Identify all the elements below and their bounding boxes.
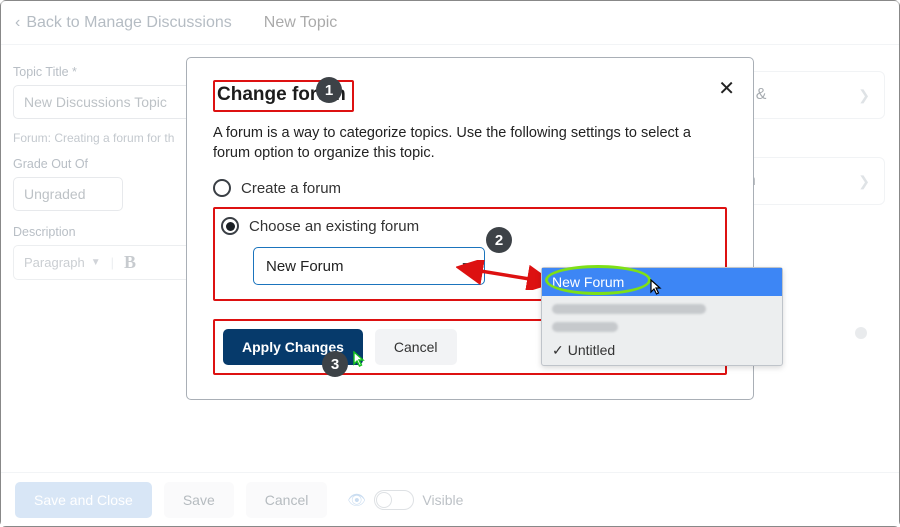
bottom-bar: Save and Close Save Cancel 👁 Visible	[1, 472, 899, 526]
paragraph-style-label: Paragraph	[24, 255, 85, 270]
option-choose-forum[interactable]: Choose an existing forum	[221, 217, 715, 235]
bold-icon[interactable]: B	[124, 252, 136, 273]
visibility-label: Visible	[422, 492, 463, 508]
radio-unselected-icon[interactable]	[213, 179, 231, 197]
save-and-close-button[interactable]: Save and Close	[15, 482, 152, 518]
description-label: Description	[13, 225, 203, 239]
cursor-icon	[650, 279, 664, 298]
save-button[interactable]: Save	[164, 482, 234, 518]
dropdown-item-label: Untitled	[568, 342, 615, 358]
modal-description: A forum is a way to categorize topics. U…	[213, 124, 727, 163]
eye-icon: 👁	[347, 491, 366, 509]
paragraph-style-select[interactable]: Paragraph ▼	[24, 255, 101, 270]
callout-badge-3: 3	[322, 351, 348, 377]
forum-select-value: New Forum	[266, 258, 344, 275]
dropdown-item[interactable]: ✓Untitled	[542, 336, 782, 365]
option-create-label: Create a forum	[241, 180, 341, 197]
topic-title-label: Topic Title *	[13, 65, 203, 79]
back-link-label: Back to Manage Discussions	[26, 14, 231, 32]
cursor-icon	[353, 351, 367, 370]
grade-value: Ungraded	[24, 186, 86, 202]
modal-cancel-button[interactable]: Cancel	[375, 329, 457, 365]
option-create-forum[interactable]: Create a forum	[213, 179, 727, 197]
toggle-switch[interactable]	[374, 490, 414, 510]
cancel-button[interactable]: Cancel	[246, 482, 328, 518]
top-bar: ‹ Back to Manage Discussions New Topic	[1, 1, 899, 45]
description-toolbar[interactable]: Paragraph ▼ | B	[13, 245, 203, 280]
topic-title-value: New Discussions Topic	[24, 94, 167, 110]
callout-badge-2: 2	[486, 227, 512, 253]
chevron-down-icon: ▼	[91, 257, 101, 268]
dropdown-items-blurred	[542, 296, 782, 336]
topic-title-input[interactable]: New Discussions Topic	[13, 85, 203, 119]
radio-selected-icon[interactable]	[221, 217, 239, 235]
chevron-left-icon: ‹	[15, 14, 20, 32]
dropdown-item-label: New Forum	[552, 274, 624, 290]
callout-badge-1: 1	[316, 77, 342, 103]
chevron-right-icon: ❯	[858, 87, 870, 104]
chevron-right-icon: ❯	[858, 173, 870, 190]
grade-input[interactable]: Ungraded	[13, 177, 123, 211]
grade-label: Grade Out Of	[13, 157, 203, 171]
forum-select[interactable]: New Forum ▼	[253, 247, 485, 285]
option-choose-label: Choose an existing forum	[249, 218, 419, 235]
visibility-toggle[interactable]: 👁 Visible	[347, 490, 463, 510]
check-icon: ✓	[552, 342, 564, 358]
side-dot	[855, 327, 867, 339]
page-title: New Topic	[250, 14, 338, 32]
forum-line: Forum: Creating a forum for th	[13, 131, 203, 145]
back-link[interactable]: ‹ Back to Manage Discussions	[1, 14, 250, 32]
close-icon[interactable]: ✕	[718, 76, 735, 101]
